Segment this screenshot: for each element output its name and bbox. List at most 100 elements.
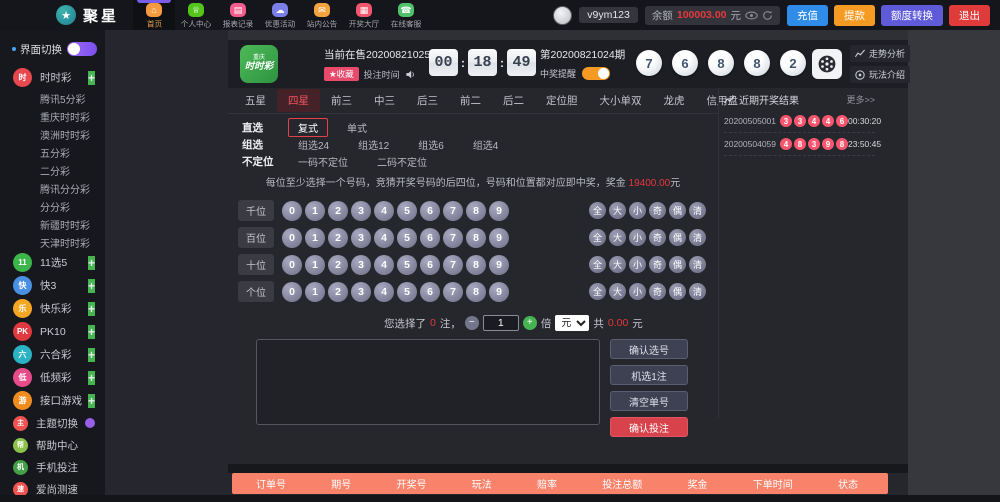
decrease-multiplier-button[interactable]: − [465, 316, 479, 330]
topbar-action-button[interactable]: 额度转换 [881, 5, 943, 26]
top-nav-item[interactable]: ▦ 开奖大厅 [343, 0, 385, 30]
digit-ball[interactable]: 7 [443, 282, 463, 302]
sidebar-item[interactable]: 分分彩 [0, 197, 105, 215]
quick-pick-button[interactable]: 全 [589, 283, 606, 300]
digit-ball[interactable]: 7 [443, 201, 463, 221]
play-mode-tab[interactable]: 后三 [406, 89, 449, 112]
play-rules-link[interactable]: 玩法介绍 [850, 66, 910, 83]
multiplier-input[interactable] [483, 315, 519, 331]
sidebar-item[interactable]: 乐 快乐彩 + [0, 297, 105, 320]
quick-pick-button[interactable]: 清 [689, 202, 706, 219]
digit-ball[interactable]: 9 [489, 228, 509, 248]
sidebar-item[interactable]: 二分彩 [0, 161, 105, 179]
lottery-machine-icon[interactable] [812, 49, 842, 79]
quick-pick-button[interactable]: 全 [589, 256, 606, 273]
quick-pick-button[interactable]: 偶 [669, 283, 686, 300]
quick-pick-button[interactable]: 奇 [649, 256, 666, 273]
quick-pick-button[interactable]: 奇 [649, 202, 666, 219]
digit-ball[interactable]: 6 [420, 282, 440, 302]
quick-pick-button[interactable]: 清 [689, 283, 706, 300]
quick-pick-button[interactable]: 大 [609, 229, 626, 246]
play-option[interactable]: 一码不定位 [288, 152, 358, 171]
eye-icon[interactable] [745, 11, 758, 20]
digit-ball[interactable]: 8 [466, 201, 486, 221]
digit-ball[interactable]: 1 [305, 201, 325, 221]
digit-ball[interactable]: 4 [374, 228, 394, 248]
interface-switch-toggle[interactable] [67, 42, 97, 56]
play-mode-tab[interactable]: 定位胆 [535, 89, 589, 112]
digit-ball[interactable]: 7 [443, 228, 463, 248]
refresh-icon[interactable] [762, 10, 773, 21]
digit-ball[interactable]: 5 [397, 201, 417, 221]
sidebar-item[interactable]: 新疆时时彩 [0, 215, 105, 233]
digit-ball[interactable]: 9 [489, 201, 509, 221]
top-nav-item[interactable]: ▤ 报表记录 [217, 0, 259, 30]
topbar-action-button[interactable]: 退出 [949, 5, 990, 26]
top-nav-item[interactable]: ✉ 站内公告 [301, 0, 343, 30]
quick-pick-button[interactable]: 小 [629, 202, 646, 219]
digit-ball[interactable]: 1 [305, 255, 325, 275]
sidebar-item[interactable]: 六 六合彩 + [0, 343, 105, 366]
digit-ball[interactable]: 8 [466, 228, 486, 248]
play-mode-tab[interactable]: 大小单双 [589, 89, 653, 112]
top-nav-item[interactable]: ♕ 个人中心 [175, 0, 217, 30]
play-option[interactable]: 二码不定位 [367, 152, 437, 171]
digit-ball[interactable]: 1 [305, 228, 325, 248]
win-remind-toggle[interactable] [582, 67, 610, 80]
sidebar-item[interactable]: PK PK10 + [0, 320, 105, 343]
digit-ball[interactable]: 0 [282, 255, 302, 275]
digit-ball[interactable]: 1 [305, 282, 325, 302]
digit-ball[interactable]: 3 [351, 228, 371, 248]
unit-select[interactable]: 元 [555, 315, 589, 331]
digit-ball[interactable]: 9 [489, 255, 509, 275]
digit-ball[interactable]: 4 [374, 255, 394, 275]
sidebar-item[interactable]: 低 低频彩 + [0, 366, 105, 389]
digit-ball[interactable]: 0 [282, 282, 302, 302]
quick-pick-button[interactable]: 小 [629, 283, 646, 300]
play-mode-tab[interactable]: 五星 [234, 89, 277, 112]
sidebar-item[interactable]: 时 时时彩 + [0, 66, 105, 89]
sidebar-item[interactable]: 重庆时时彩 [0, 107, 105, 125]
sidebar-item[interactable]: 游 接口游戏 + [0, 389, 105, 412]
speaker-icon[interactable] [405, 69, 416, 80]
digit-ball[interactable]: 6 [420, 255, 440, 275]
results-more-link[interactable]: 更多>> [846, 93, 875, 106]
digit-ball[interactable]: 8 [466, 255, 486, 275]
digit-ball[interactable]: 6 [420, 228, 440, 248]
digit-ball[interactable]: 3 [351, 282, 371, 302]
quick-pick-button[interactable]: 大 [609, 202, 626, 219]
sidebar-item[interactable]: 11 11选5 + [0, 251, 105, 274]
sidebar-item[interactable]: 腾讯5分彩 [0, 89, 105, 107]
top-nav-item[interactable]: ☎ 在线客服 [385, 0, 427, 30]
sidebar-item[interactable]: 快 快3 + [0, 274, 105, 297]
sidebar-item[interactable]: 帮 帮助中心 [0, 434, 105, 456]
trend-analysis-link[interactable]: 走势分析 [850, 45, 910, 62]
quick-pick-button[interactable]: 大 [609, 283, 626, 300]
sidebar-item[interactable]: 天津时时彩 [0, 233, 105, 251]
user-avatar[interactable] [553, 6, 572, 25]
quick-pick-button[interactable]: 奇 [649, 229, 666, 246]
digit-ball[interactable]: 5 [397, 282, 417, 302]
play-mode-tab[interactable]: 前二 [449, 89, 492, 112]
slip-action-button[interactable]: 清空单号 [610, 391, 688, 411]
digit-ball[interactable]: 2 [328, 201, 348, 221]
bet-slip-textarea[interactable] [256, 339, 600, 425]
favorite-badge[interactable]: ★收藏 [324, 67, 359, 81]
digit-ball[interactable]: 8 [466, 282, 486, 302]
topbar-action-button[interactable]: 充值 [787, 5, 828, 26]
digit-ball[interactable]: 6 [420, 201, 440, 221]
digit-ball[interactable]: 4 [374, 201, 394, 221]
play-mode-tab[interactable]: 前三 [320, 89, 363, 112]
slip-action-button[interactable]: 确认选号 [610, 339, 688, 359]
quick-pick-button[interactable]: 小 [629, 256, 646, 273]
increase-multiplier-button[interactable]: + [523, 316, 537, 330]
top-nav-item[interactable]: ⌂ 首页 [133, 0, 175, 30]
digit-ball[interactable]: 7 [443, 255, 463, 275]
play-option[interactable]: 组选4 [463, 135, 509, 154]
sidebar-item[interactable]: 腾讯分分彩 [0, 179, 105, 197]
digit-ball[interactable]: 3 [351, 255, 371, 275]
digit-ball[interactable]: 2 [328, 255, 348, 275]
quick-pick-button[interactable]: 偶 [669, 202, 686, 219]
sidebar-item[interactable]: 主 主题切换 [0, 412, 105, 434]
sidebar-item[interactable]: 机 手机投注 [0, 456, 105, 478]
